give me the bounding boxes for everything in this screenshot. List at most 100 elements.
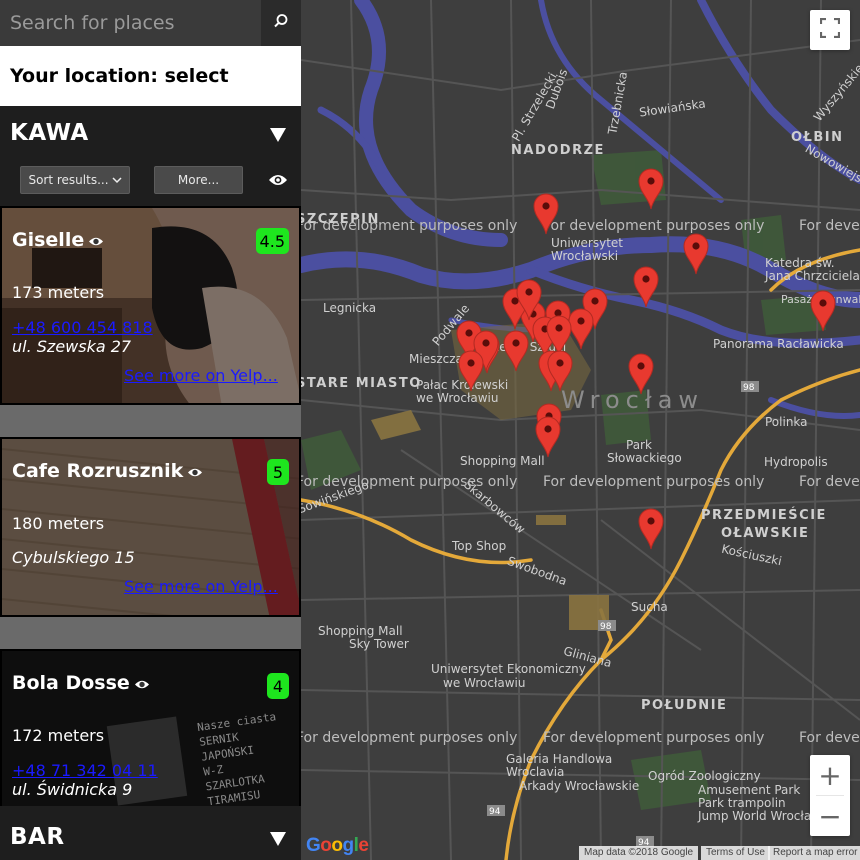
dev-watermark: For development purposes only <box>799 474 860 490</box>
map-poi-label: Katedra św. <box>765 256 835 270</box>
search-icon <box>273 13 289 33</box>
map-poi-label: Shopping Mall <box>318 624 403 638</box>
address: ul. Świdnicka 9 <box>12 780 133 799</box>
map-poi-label: Ogród Zoologiczny <box>648 769 761 783</box>
map-street-label: Sucha <box>631 600 668 614</box>
map-pin-icon[interactable] <box>547 350 573 396</box>
map-pin-icon[interactable] <box>683 233 709 279</box>
eye-icon[interactable] <box>134 673 150 695</box>
sort-label: Sort results... <box>28 173 109 187</box>
rating-badge: 4 <box>267 673 289 699</box>
svg-text:98: 98 <box>600 622 612 632</box>
chevron-down-icon <box>112 173 122 187</box>
map-pin-icon[interactable] <box>638 508 664 554</box>
map-district-label: STARE MIASTO <box>301 376 422 391</box>
location-selector[interactable]: Your location: select <box>0 46 301 106</box>
map-poi-label: Top Shop <box>452 539 507 553</box>
map-pin-icon[interactable] <box>633 266 659 312</box>
fullscreen-icon <box>819 17 841 42</box>
map-poi-label: Uniwersytet Ekonomiczny <box>431 662 586 676</box>
map-poi-label: Galeria Handlowa <box>506 752 613 766</box>
map-pin-icon[interactable] <box>458 350 484 396</box>
dev-watermark: For development purposes only <box>543 474 765 490</box>
map-poi-label: Panorama Racławicka <box>713 337 844 351</box>
rating-badge: 5 <box>267 459 289 485</box>
map-pin-icon[interactable] <box>503 330 529 376</box>
more-label: More... <box>177 173 220 187</box>
dev-watermark: For development purposes only <box>301 474 518 490</box>
map-poi-label: Słowackiego <box>607 451 682 465</box>
distance: 172 meters <box>12 726 105 745</box>
dev-watermark: For development purposes only <box>799 218 860 234</box>
dev-watermark: For development purposes only <box>301 218 518 234</box>
yelp-link[interactable]: See more on Yelp... <box>124 577 278 596</box>
yelp-link[interactable]: See more on Yelp... <box>124 366 278 385</box>
place-card[interactable]: Nasze ciasta SERNIK JAPOŃSKI W-Z SZARLOT… <box>0 649 301 809</box>
zoom-control: + − <box>810 755 850 836</box>
place-name-row: Cafe Rozrusznik <box>12 460 203 483</box>
eye-icon[interactable] <box>88 230 104 252</box>
google-logo[interactable]: Google <box>306 835 369 857</box>
place-card[interactable]: Cafe Rozrusznik 5 180 meters Cybulskiego… <box>0 437 301 617</box>
svg-text:98: 98 <box>743 383 755 393</box>
map-pin-icon[interactable] <box>810 290 836 336</box>
address: ul. Szewska 27 <box>12 337 132 356</box>
map-pin-icon[interactable] <box>638 168 664 214</box>
map-poi-label: Hydropolis <box>764 455 828 469</box>
sort-results-button[interactable]: Sort results... <box>20 166 130 194</box>
map-poi-label: Park trampolin <box>698 796 786 810</box>
map-poi-label: Shopping Mall <box>460 454 545 468</box>
triangle-down-icon <box>270 832 286 846</box>
map-poi-label: Park <box>626 438 652 452</box>
dev-watermark: For development purposes only <box>543 730 765 746</box>
map-data-attribution: Map data ©2018 Google <box>579 846 699 860</box>
map-poi-label: Wrocławski <box>551 249 619 263</box>
place-name: Giselle <box>12 229 85 251</box>
menu-board: Nasze ciasta SERNIK JAPOŃSKI W-Z SZARLOT… <box>196 707 299 807</box>
dev-watermark: For development purposes only <box>301 730 518 746</box>
dev-watermark: For development purposes only <box>799 730 860 746</box>
zoom-out-button[interactable]: − <box>810 796 850 836</box>
map-pin-icon[interactable] <box>628 353 654 399</box>
place-card[interactable]: Giselle 4.5 173 meters +48 600 454 818 u… <box>0 206 301 405</box>
eye-icon[interactable] <box>187 461 203 483</box>
results-controls: Sort results... More... <box>0 164 301 206</box>
map-poi-label: Jana Chrzciciela <box>765 269 860 283</box>
terms-of-use-link[interactable]: Terms of Use <box>701 846 770 860</box>
map-poi-label: Arkady Wrocławskie <box>519 779 640 793</box>
map-pin-icon[interactable] <box>533 193 559 239</box>
search-input[interactable] <box>0 0 261 46</box>
category-header-kawa[interactable]: KAWA <box>0 106 301 164</box>
eye-icon[interactable] <box>268 172 288 191</box>
place-name: Bola Dosse <box>12 672 130 694</box>
phone-link[interactable]: +48 71 342 04 11 <box>12 761 158 780</box>
results-sidebar: Your location: select KAWA Sort results.… <box>0 0 301 860</box>
category-title: KAWA <box>10 120 89 146</box>
search-button[interactable] <box>261 0 301 46</box>
more-button[interactable]: More... <box>154 166 243 194</box>
report-map-error-link[interactable]: Report a map error <box>768 846 860 860</box>
distance: 173 meters <box>12 283 105 302</box>
category-title: BAR <box>10 824 65 850</box>
map-street-label: Legnicka <box>323 301 377 315</box>
fullscreen-button[interactable] <box>810 10 850 50</box>
card-separator <box>0 617 301 649</box>
map-poi-label: we Wrocławiu <box>443 676 526 690</box>
card-separator <box>0 405 301 437</box>
zoom-in-button[interactable]: + <box>810 755 850 795</box>
phone-link[interactable]: +48 600 454 818 <box>12 318 153 337</box>
place-name: Cafe Rozrusznik <box>12 460 184 482</box>
category-header-bar[interactable]: BAR <box>0 806 301 860</box>
map-pin-icon[interactable] <box>516 279 542 325</box>
map-district-label: OŁAWSKIE <box>721 526 810 541</box>
map-district-label: OŁBIN <box>791 130 844 145</box>
rating-badge: 4.5 <box>255 228 289 254</box>
map-poi-label: Uniwersytet <box>551 236 623 250</box>
place-name-row: Giselle <box>12 229 104 252</box>
map-pin-icon[interactable] <box>535 416 561 462</box>
map-poi-label: Wroclavia <box>506 765 565 779</box>
search-bar <box>0 0 301 46</box>
dev-watermark: For development purposes only <box>543 218 765 234</box>
map-view[interactable]: 98 98 94 94 NADODRZE OŁBIN SZCZEPIN STAR… <box>301 0 860 860</box>
map-district-label: NADODRZE <box>511 143 605 158</box>
